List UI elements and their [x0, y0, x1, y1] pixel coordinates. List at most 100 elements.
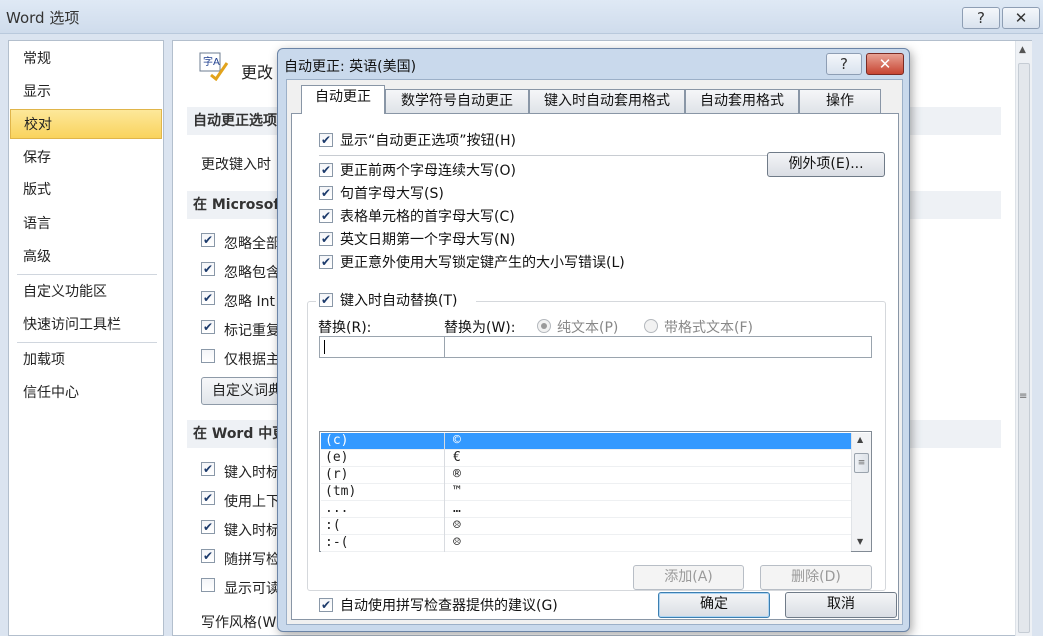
- nav-item-quick-access[interactable]: 快速访问工具栏: [10, 310, 162, 340]
- checkbox-opt2-1[interactable]: ✔: [201, 462, 215, 476]
- checkbox-opt1-2[interactable]: ✔: [201, 262, 215, 276]
- dialog-help-button[interactable]: ?: [826, 53, 862, 75]
- checkbox-spell-suggest[interactable]: ✔: [319, 598, 333, 612]
- checkbox-two-initial-caps[interactable]: ✔: [319, 163, 333, 177]
- autocorrect-list[interactable]: (c) © (e) € (r) ® (tm) ™ ...… :(☹ :-(☹ ▲ ≡ ▼: [319, 431, 872, 552]
- window-help-button[interactable]: ?: [962, 7, 1000, 29]
- text-cursor: [324, 340, 325, 354]
- tab-autoformat[interactable]: 自动套用格式: [685, 89, 799, 113]
- checkbox-opt2-2[interactable]: ✔: [201, 491, 215, 505]
- list-item[interactable]: ...…: [321, 501, 851, 518]
- nav-item-language[interactable]: 语言: [10, 209, 162, 239]
- opt2-2-label: 使用上下: [224, 494, 280, 510]
- tab-autocorrect[interactable]: 自动更正: [301, 85, 385, 114]
- plain-text-label: 纯文本(P): [557, 320, 619, 336]
- list-item[interactable]: :(☹: [321, 518, 851, 535]
- options-nav: 常规 显示 校对 保存 版式 语言 高级 自定义功能区 快速访问工具栏 加载项 …: [8, 40, 164, 636]
- nav-item-layout[interactable]: 版式: [10, 175, 162, 205]
- checkbox-opt1-4[interactable]: ✔: [201, 320, 215, 334]
- with-label: 替换为(W):: [444, 320, 516, 336]
- nav-item-customize-ribbon[interactable]: 自定义功能区: [10, 277, 162, 307]
- scroll-up-icon[interactable]: ▲: [857, 435, 863, 444]
- scroll-thumb[interactable]: [1018, 63, 1030, 633]
- list-item[interactable]: (tm) ™: [321, 484, 851, 501]
- capitalize-days-label: 英文日期第一个字母大写(N): [340, 232, 516, 248]
- checkbox-show-options[interactable]: ✔: [319, 133, 333, 147]
- replace-as-typed-label: 键入时自动替换(T): [340, 293, 458, 309]
- checkbox-opt2-3[interactable]: ✔: [201, 520, 215, 534]
- replace-label: 替换(R):: [318, 320, 372, 336]
- window-close-button[interactable]: ✕: [1002, 7, 1040, 29]
- proofing-abc-icon: 字A: [199, 51, 229, 82]
- opt2-1-label: 键入时标: [224, 465, 280, 481]
- opt1-1-label: 忽略全部: [224, 236, 280, 252]
- scroll-thumb[interactable]: ≡: [854, 453, 869, 473]
- nav-item-save[interactable]: 保存: [10, 143, 162, 173]
- opt1-3-label: 忽略 Int: [224, 294, 275, 310]
- checkbox-replace-as-typed[interactable]: ✔: [319, 293, 333, 307]
- capitalize-sentences-label: 句首字母大写(S): [340, 186, 444, 202]
- checkbox-capitalize-sentences[interactable]: ✔: [319, 186, 333, 200]
- spell-suggest-label: 自动使用拼写检查器提供的建议(G): [340, 598, 558, 614]
- delete-button[interactable]: 删除(D): [760, 565, 872, 590]
- nav-item-trust-center[interactable]: 信任中心: [10, 378, 162, 408]
- cancel-button[interactable]: 取消: [785, 592, 897, 618]
- tab-panel-autocorrect: ✔ 显示“自动更正选项”按钮(H) ✔ 更正前两个字母连续大写(O) ✔ 句首字…: [291, 113, 899, 620]
- caps-lock-label: 更正意外使用大写锁定键产生的大小写错误(L): [340, 255, 625, 271]
- formatted-text-label: 带格式文本(F): [664, 320, 753, 336]
- autocorrect-dialog: 自动更正: 英语(美国) ? ✕ 自动更正 数学符号自动更正 键入时自动套用格式…: [277, 48, 910, 632]
- exceptions-button[interactable]: 例外项(E)...: [767, 152, 885, 177]
- tab-actions[interactable]: 操作: [799, 89, 881, 113]
- show-options-label: 显示“自动更正选项”按钮(H): [340, 133, 516, 149]
- list-item[interactable]: :-(☹: [321, 535, 851, 552]
- opt1-5-label: 仅根据主: [224, 352, 280, 368]
- checkbox-opt1-5[interactable]: [201, 349, 215, 363]
- nav-divider: [17, 274, 157, 275]
- list-scrollbar[interactable]: ▲ ≡ ▼: [851, 433, 871, 551]
- radio-plain-text[interactable]: [537, 319, 551, 333]
- ok-button[interactable]: 确定: [658, 592, 770, 618]
- checkbox-opt1-3[interactable]: ✔: [201, 291, 215, 305]
- writing-style-label: 写作风格(W: [201, 615, 277, 631]
- content-scrollbar[interactable]: ▲ ≡: [1015, 41, 1032, 636]
- with-input[interactable]: [444, 336, 872, 358]
- checkbox-capitalize-days[interactable]: ✔: [319, 232, 333, 246]
- replace-input[interactable]: [319, 336, 445, 358]
- nav-item-display[interactable]: 显示: [10, 77, 162, 107]
- opt2-4-label: 随拼写检: [224, 552, 280, 568]
- window-titlebar: [0, 0, 1043, 34]
- list-item[interactable]: (r) ®: [321, 467, 851, 484]
- opt2-5-label: 显示可读: [224, 581, 280, 597]
- list-item[interactable]: (c) ©: [321, 433, 851, 450]
- tab-autoformat-as-you-type[interactable]: 键入时自动套用格式: [529, 89, 685, 113]
- capitalize-table-cells-label: 表格单元格的首字母大写(C): [340, 209, 515, 225]
- grip-icon: ≡: [1019, 391, 1028, 402]
- opt1-4-label: 标记重复: [224, 323, 280, 339]
- checkbox-opt2-5[interactable]: [201, 578, 215, 592]
- dialog-title: 自动更正: 英语(美国): [284, 59, 417, 75]
- window-title: Word 选项: [6, 9, 80, 27]
- nav-item-advanced[interactable]: 高级: [10, 242, 162, 272]
- nav-item-proofing[interactable]: 校对: [10, 109, 162, 139]
- nav-item-addins[interactable]: 加载项: [10, 345, 162, 375]
- add-button[interactable]: 添加(A): [633, 565, 744, 590]
- checkbox-capitalize-table-cells[interactable]: ✔: [319, 209, 333, 223]
- scroll-down-icon[interactable]: ▼: [857, 537, 863, 546]
- scroll-up-icon[interactable]: ▲: [1019, 45, 1026, 55]
- tab-math-autocorrect[interactable]: 数学符号自动更正: [385, 89, 529, 113]
- opt2-3-label: 键入时标: [224, 523, 280, 539]
- nav-divider: [17, 342, 157, 343]
- autocorrect-change-label: 更改键入时: [201, 157, 271, 173]
- dialog-body: 自动更正 数学符号自动更正 键入时自动套用格式 自动套用格式 操作 ✔ 显示“自…: [286, 79, 903, 625]
- checkbox-opt2-4[interactable]: ✔: [201, 549, 215, 563]
- nav-item-general[interactable]: 常规: [10, 44, 162, 74]
- list-item[interactable]: (e) €: [321, 450, 851, 467]
- two-initial-caps-label: 更正前两个字母连续大写(O): [340, 163, 516, 179]
- radio-formatted-text[interactable]: [644, 319, 658, 333]
- content-header: 更改: [241, 63, 274, 82]
- svg-text:字A: 字A: [203, 55, 220, 68]
- opt1-2-label: 忽略包含: [224, 265, 280, 281]
- checkbox-caps-lock[interactable]: ✔: [319, 255, 333, 269]
- checkbox-opt1-1[interactable]: ✔: [201, 233, 215, 247]
- dialog-close-button[interactable]: ✕: [866, 53, 904, 75]
